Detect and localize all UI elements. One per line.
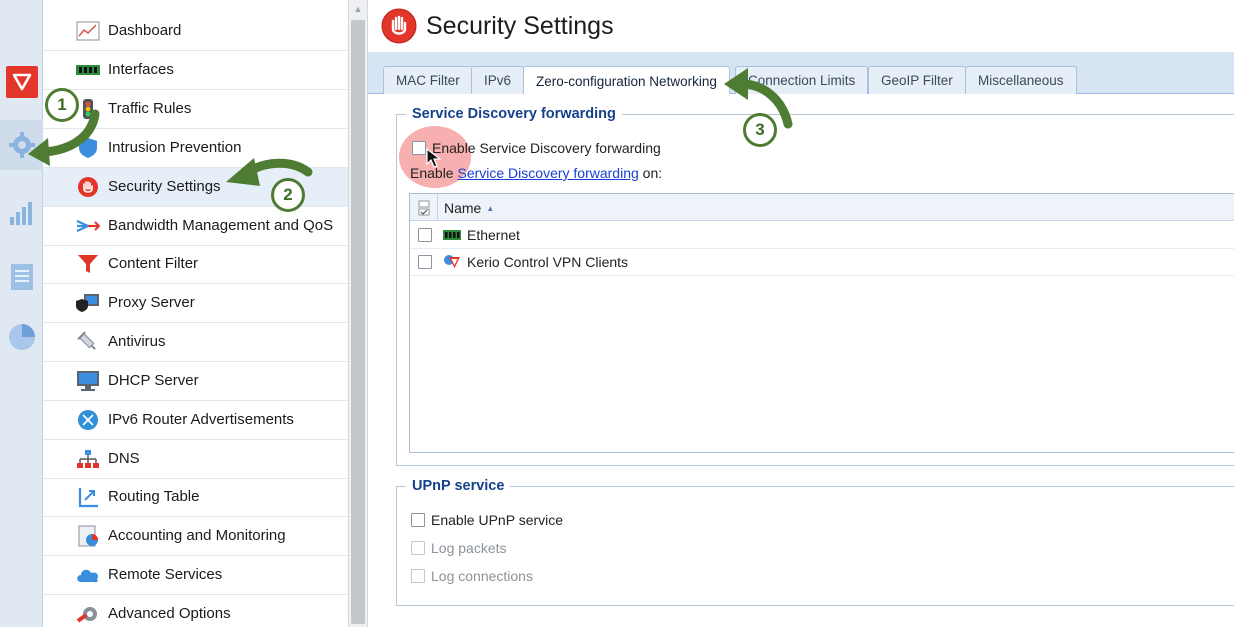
tab-mac-filter[interactable]: MAC Filter	[383, 66, 473, 94]
enable-service-discovery-checkbox[interactable]: Enable Service Discovery forwarding	[412, 140, 661, 156]
status-chart-icon[interactable]	[0, 188, 43, 238]
column-name-label: Name	[444, 200, 482, 216]
enable-on-text: Enable Service Discovery forwarding on:	[410, 165, 662, 181]
nav-label: Routing Table	[108, 488, 200, 506]
enable-on-prefix: Enable	[410, 165, 458, 181]
enable-on-suffix: on:	[638, 165, 663, 181]
dhcp-server-icon	[75, 370, 101, 392]
row-name: Ethernet	[467, 227, 520, 243]
app-rail	[0, 0, 43, 627]
nav-label: Bandwidth Management and QoS	[108, 217, 334, 235]
tab-zero-configuration-networking[interactable]: Zero-configuration Networking	[523, 66, 730, 95]
nav-item-advanced-options[interactable]: Advanced Options	[43, 595, 348, 627]
nav-label: Remote Services	[108, 566, 223, 584]
tab-ipv6[interactable]: IPv6	[471, 66, 525, 94]
nav-label: Security Settings	[108, 178, 221, 196]
upnp-legend: UPnP service	[406, 478, 511, 494]
nav-item-remote-services[interactable]: Remote Services	[43, 556, 348, 595]
select-all-checkbox[interactable]	[410, 194, 438, 221]
grid-header: Name ▲	[410, 194, 1234, 221]
service-discovery-link[interactable]: Service Discovery forwarding	[457, 165, 638, 181]
dashboard-icon	[75, 20, 101, 42]
table-row[interactable]: Ethernet	[410, 222, 1234, 249]
ipv6-router-icon	[75, 409, 101, 431]
step-1-arrow-icon	[28, 109, 100, 166]
content-filter-icon	[75, 253, 101, 275]
checkbox-box[interactable]	[412, 141, 426, 155]
nav-label: Content Filter	[108, 255, 199, 273]
bandwidth-icon	[75, 215, 101, 237]
nav-scrollbar[interactable]: ▲	[348, 0, 368, 627]
checkbox-box	[411, 541, 425, 555]
nav-item-dhcp-server[interactable]: DHCP Server	[43, 362, 348, 401]
tab-miscellaneous[interactable]: Miscellaneous	[965, 66, 1077, 94]
row-checkbox[interactable]	[418, 228, 432, 242]
tab-geoip-filter[interactable]: GeoIP Filter	[868, 66, 966, 94]
dns-icon	[75, 448, 101, 470]
kerio-logo-icon[interactable]	[0, 57, 43, 107]
page-title: Security Settings	[426, 11, 614, 40]
interfaces-grid: Name ▲ Ethernet Kerio Control VPN Client…	[409, 193, 1234, 453]
nav-label: DNS	[108, 450, 140, 468]
nav-item-dns[interactable]: DNS	[43, 440, 348, 479]
nav-label: DHCP Server	[108, 372, 199, 390]
security-settings-icon	[381, 8, 417, 44]
nav-item-routing-table[interactable]: Routing Table	[43, 478, 348, 517]
service-discovery-legend: Service Discovery forwarding	[406, 106, 622, 122]
proxy-server-icon	[75, 292, 101, 314]
nav-label: IPv6 Router Advertisements	[108, 411, 294, 429]
nav-label: Traffic Rules	[108, 100, 192, 118]
interfaces-icon	[75, 59, 101, 81]
statistics-pie-icon[interactable]	[0, 312, 43, 362]
zero-configuration-panel: Service Discovery forwarding Enable Serv…	[368, 94, 1234, 627]
log-packets-checkbox: Log packets	[411, 540, 507, 556]
nav-item-interfaces[interactable]: Interfaces	[43, 51, 348, 90]
row-name: Kerio Control VPN Clients	[467, 254, 629, 270]
service-discovery-fieldset: Service Discovery forwarding Enable Serv…	[396, 106, 1234, 466]
nav-label: Interfaces	[108, 61, 174, 79]
log-connections-checkbox: Log connections	[411, 568, 533, 584]
row-checkbox[interactable]	[418, 255, 432, 269]
scroll-up-arrow-icon[interactable]: ▲	[349, 0, 367, 18]
nav-item-proxy-server[interactable]: Proxy Server	[43, 284, 348, 323]
routing-table-icon	[75, 486, 101, 508]
nav-label: Dashboard	[108, 22, 182, 40]
advanced-options-icon	[75, 603, 101, 625]
checkbox-label: Log packets	[431, 540, 507, 556]
remote-services-icon	[75, 564, 101, 586]
checkbox-label: Log connections	[431, 568, 533, 584]
step-2-arrow-icon	[226, 158, 313, 186]
nav-item-accounting-monitoring[interactable]: Accounting and Monitoring	[43, 517, 348, 556]
table-row[interactable]: Kerio Control VPN Clients	[410, 249, 1234, 276]
checkbox-box	[411, 569, 425, 583]
checkbox-label: Enable Service Discovery forwarding	[432, 140, 661, 156]
ethernet-icon	[443, 227, 461, 243]
scroll-thumb[interactable]	[351, 20, 365, 624]
nav-label: Accounting and Monitoring	[108, 527, 286, 545]
checkbox-box[interactable]	[411, 513, 425, 527]
settings-navigation: Dashboard Interfaces Traffic Rules Intru…	[43, 0, 348, 627]
upnp-fieldset: UPnP service Enable UPnP service Log pac…	[396, 478, 1234, 606]
page-header: Security Settings	[368, 0, 1234, 52]
antivirus-icon	[75, 331, 101, 353]
vpn-clients-icon	[443, 254, 461, 270]
enable-upnp-checkbox[interactable]: Enable UPnP service	[411, 512, 563, 528]
accounting-icon	[75, 525, 101, 547]
nav-item-antivirus[interactable]: Antivirus	[43, 323, 348, 362]
checkbox-label: Enable UPnP service	[431, 512, 564, 528]
logs-document-icon[interactable]	[0, 252, 43, 302]
nav-item-ipv6-router-advertisements[interactable]: IPv6 Router Advertisements	[43, 401, 348, 440]
nav-label: Proxy Server	[108, 294, 195, 312]
nav-label: Advanced Options	[108, 605, 231, 623]
nav-label: Antivirus	[108, 333, 166, 351]
security-settings-icon	[75, 176, 101, 198]
nav-item-content-filter[interactable]: Content Filter	[43, 245, 348, 284]
nav-item-dashboard[interactable]: Dashboard	[43, 12, 348, 51]
column-name-header[interactable]: Name ▲	[444, 200, 494, 216]
sort-ascending-icon: ▲	[486, 203, 495, 213]
nav-item-bandwidth-management[interactable]: Bandwidth Management and QoS	[43, 207, 348, 246]
step-3-arrow-icon	[724, 68, 793, 129]
